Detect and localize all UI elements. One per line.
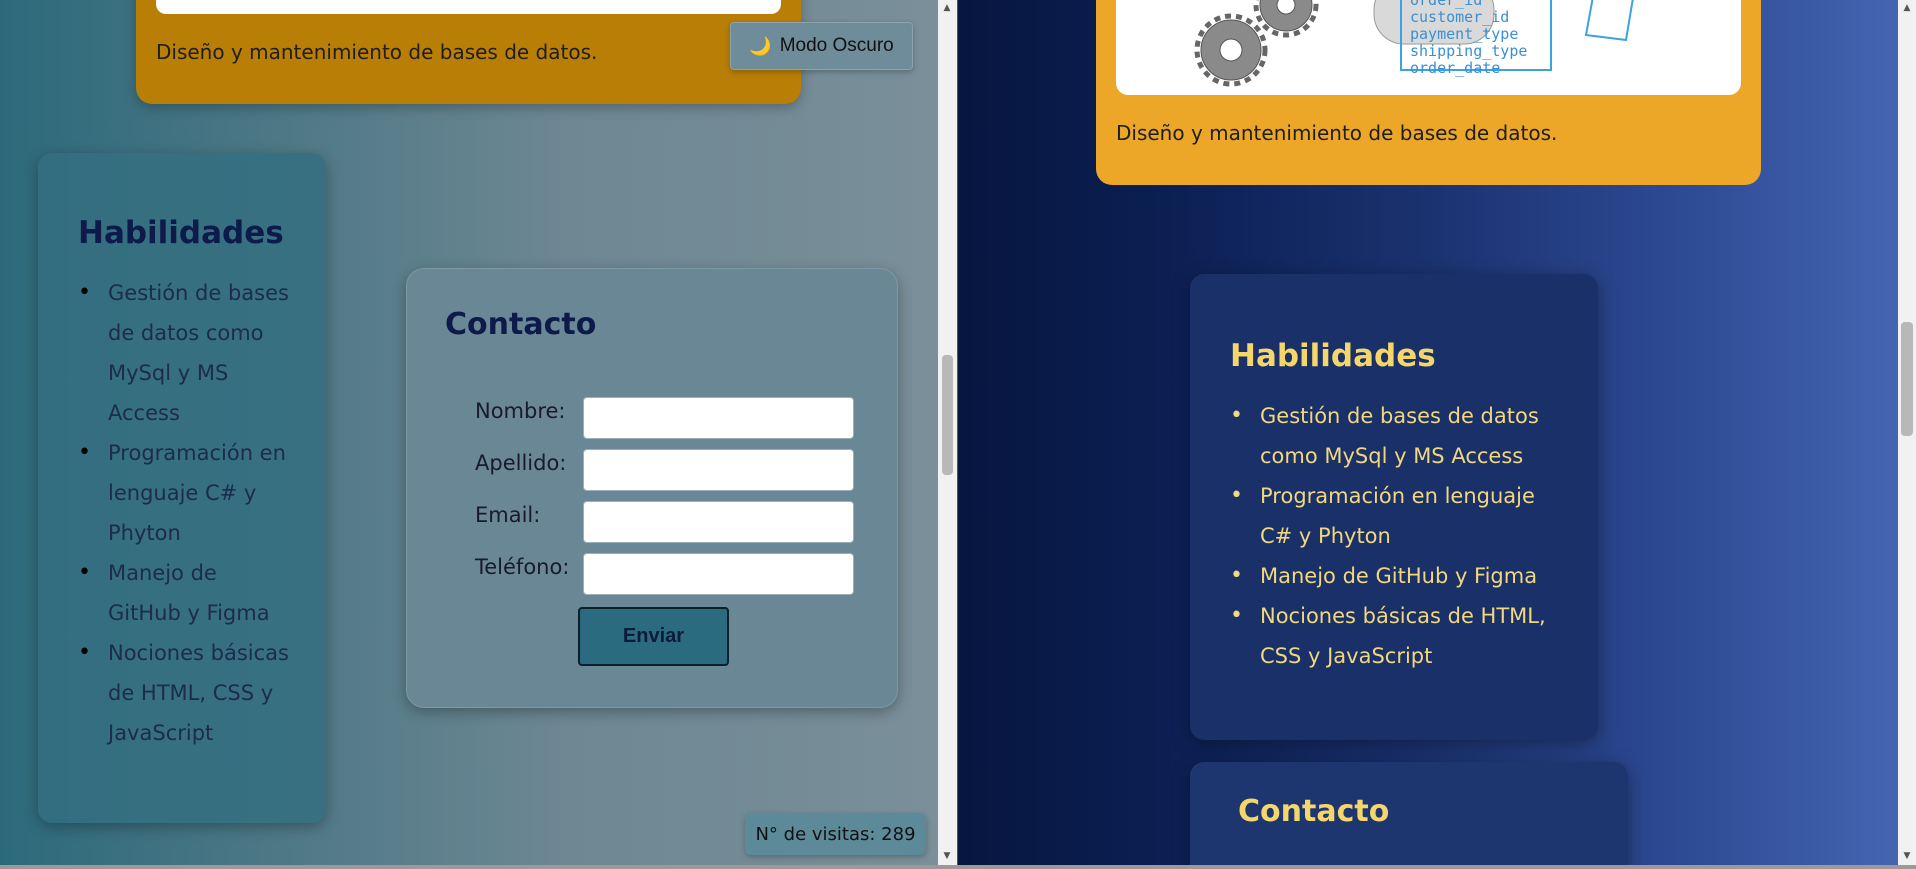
left-pane: Diseño y mantenimiento de bases de datos… <box>0 0 938 865</box>
right-pane: order_id customer_id payment_type shippi… <box>958 0 1898 865</box>
skills-title-dark: Habilidades <box>1230 338 1436 374</box>
submit-button[interactable]: Enviar <box>578 607 729 666</box>
skill-item: Nociones básicas de HTML, CSS y JavaScri… <box>1230 596 1568 676</box>
contact-card-dark: Contacto <box>1190 762 1628 865</box>
nombre-input[interactable] <box>583 397 854 439</box>
email-input[interactable] <box>583 501 854 543</box>
apellido-input[interactable] <box>583 449 854 491</box>
window-bottom-edge <box>0 865 1916 869</box>
left-scrollbar[interactable]: ▲ ▼ <box>938 0 957 865</box>
skills-title: Habilidades <box>78 215 284 251</box>
service-card-image <box>156 0 781 14</box>
dark-mode-button[interactable]: 🌙 Modo Oscuro <box>730 22 913 70</box>
dark-mode-label: Modo Oscuro <box>779 35 894 56</box>
skill-item: Manejo de GitHub y Figma <box>1230 556 1568 596</box>
nombre-label: Nombre: <box>475 399 566 423</box>
service-card: Diseño y mantenimiento de bases de datos… <box>136 0 801 104</box>
form-row-telefono: Teléfono: <box>475 553 854 595</box>
moon-icon: 🌙 <box>749 35 772 56</box>
skill-item: Nociones básicas de HTML, CSS y JavaScri… <box>78 633 296 753</box>
contact-form-card: Contacto Nombre: Apellido: Email: Teléfo… <box>406 268 898 708</box>
right-scrollbar[interactable]: ▲ ▼ <box>1898 0 1916 865</box>
scroll-up-arrow-icon[interactable]: ▲ <box>1898 0 1916 16</box>
database-gears-illustration: order_id customer_id payment_type shippi… <box>1194 0 1634 87</box>
email-label: Email: <box>475 503 541 527</box>
scroll-up-arrow-icon[interactable]: ▲ <box>938 0 956 16</box>
image-text-payment-type: payment_type <box>1410 25 1518 43</box>
telefono-label: Teléfono: <box>475 555 570 579</box>
telefono-input[interactable] <box>583 553 854 595</box>
image-text-customer-id: customer_id <box>1410 8 1509 26</box>
contact-title: Contacto <box>445 307 597 342</box>
service-card-description-dark: Diseño y mantenimiento de bases de datos… <box>1116 121 1558 145</box>
skills-card: Habilidades Gestión de bases de datos co… <box>38 153 326 823</box>
right-scrollbar-thumb[interactable] <box>1901 322 1913 436</box>
skill-item: Gestión de bases de datos como MySql y M… <box>78 273 296 433</box>
skill-item: Manejo de GitHub y Figma <box>78 553 296 633</box>
skill-item: Programación en lenguaje C# y Phyton <box>78 433 296 553</box>
scroll-down-arrow-icon[interactable]: ▼ <box>1898 848 1916 864</box>
image-text-shipping-type: shipping_type <box>1410 42 1527 60</box>
skill-item: Gestión de bases de datos como MySql y M… <box>1230 396 1568 476</box>
form-row-email: Email: <box>475 501 854 543</box>
database-image: order_id customer_id payment_type shippi… <box>1116 0 1741 95</box>
apellido-label: Apellido: <box>475 451 567 475</box>
form-row-apellido: Apellido: <box>475 449 854 491</box>
skill-item: Programación en lenguaje C# y Phyton <box>1230 476 1568 556</box>
left-scrollbar-thumb[interactable] <box>942 355 953 475</box>
visit-counter: N° de visitas: 289 <box>745 813 926 855</box>
scroll-down-arrow-icon[interactable]: ▼ <box>938 848 956 864</box>
skills-list: Gestión de bases de datos como MySql y M… <box>78 273 296 753</box>
image-text-order-date: order_date <box>1410 59 1500 77</box>
form-row-nombre: Nombre: <box>475 397 854 439</box>
service-card-dark: order_id customer_id payment_type shippi… <box>1096 0 1761 185</box>
skills-list-dark: Gestión de bases de datos como MySql y M… <box>1230 396 1568 676</box>
skills-card-dark: Habilidades Gestión de bases de datos co… <box>1190 274 1598 740</box>
service-card-description: Diseño y mantenimiento de bases de datos… <box>156 40 598 64</box>
contact-title-dark: Contacto <box>1238 794 1390 829</box>
